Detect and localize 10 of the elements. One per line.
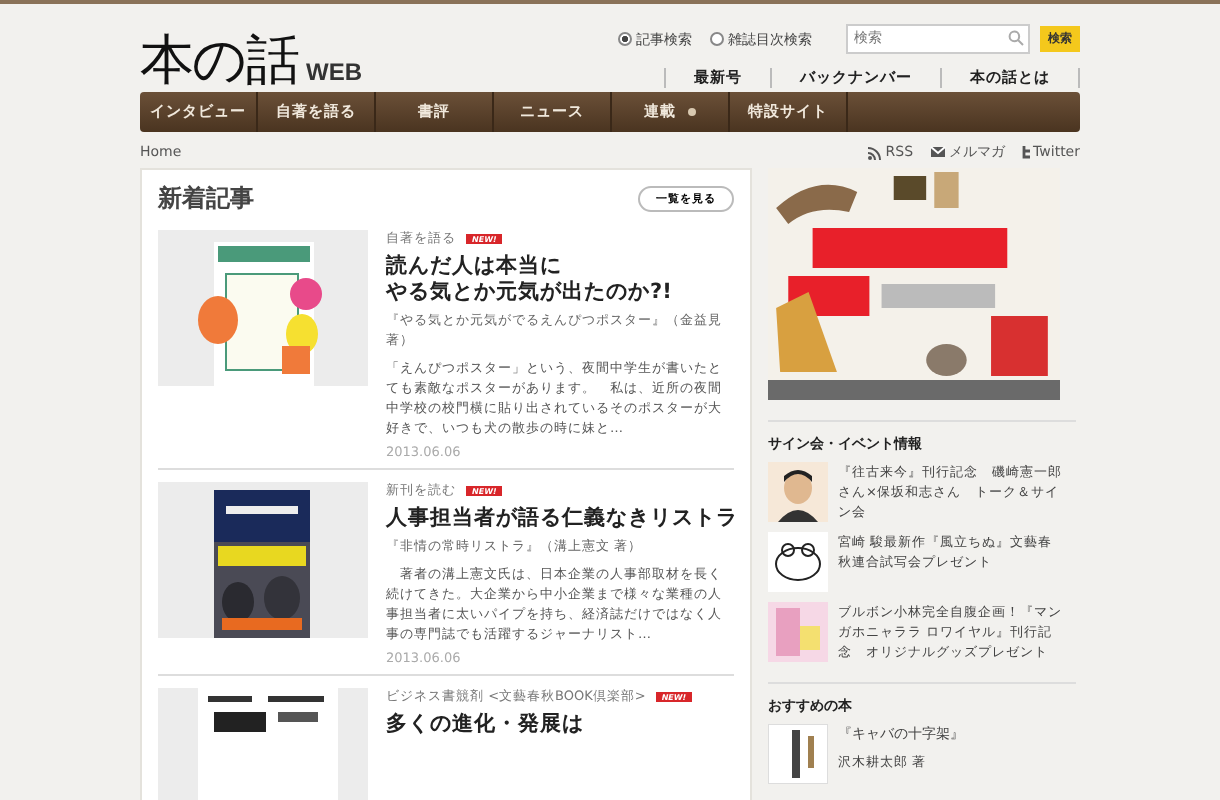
section-title: 新着記事 xyxy=(158,182,254,216)
dropdown-icon xyxy=(688,108,696,116)
site-logo[interactable]: 本の話 xyxy=(140,32,298,92)
article-title[interactable]: 読んだ人は本当に やる気とか元気が出たのか?! xyxy=(386,254,734,306)
search-icon xyxy=(1008,30,1024,46)
rss-icon xyxy=(867,145,882,159)
mail-icon xyxy=(929,146,946,158)
article-title[interactable]: 人事担当者が語る仁義なきリストラ xyxy=(386,506,734,532)
site-logo-suffix: WEB xyxy=(306,58,362,86)
article-title[interactable]: 多くの進化・発展は xyxy=(386,712,734,738)
